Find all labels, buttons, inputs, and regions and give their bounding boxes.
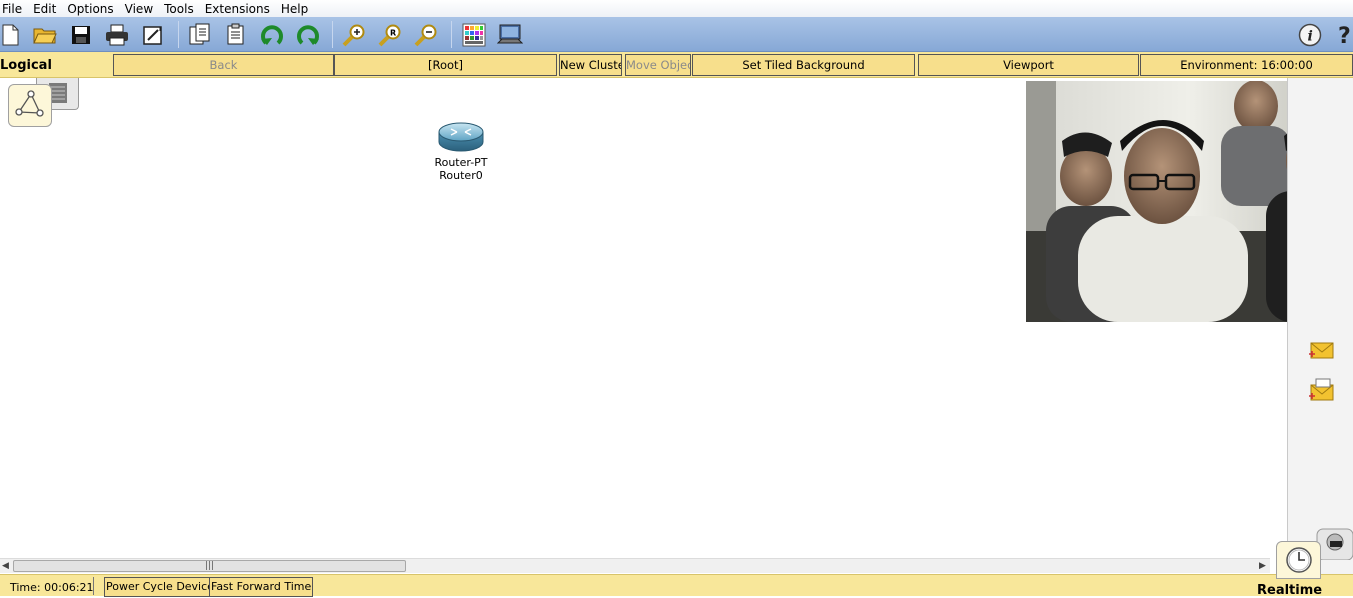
router-model-label: Router-PT [434, 156, 488, 169]
save-icon[interactable] [67, 21, 95, 49]
scroll-thumb[interactable]: ||| [13, 560, 406, 572]
router-device[interactable]: Router-PT Router0 [428, 120, 494, 182]
new-file-icon[interactable] [0, 21, 24, 49]
viewport-button[interactable]: Viewport [918, 54, 1139, 76]
move-object-button[interactable]: Move Object [625, 54, 691, 76]
new-cluster-button[interactable]: New Cluster [559, 54, 622, 76]
back-button[interactable]: Back [113, 54, 334, 76]
elapsed-time: Time: 00:06:21 [10, 581, 94, 594]
zoom-in-icon[interactable] [340, 21, 368, 49]
redo-icon[interactable] [294, 21, 322, 49]
svg-text:R: R [390, 29, 396, 38]
add-simple-pdu-icon[interactable] [1308, 340, 1338, 366]
menu-bar: File Edit Options View Tools Extensions … [0, 0, 1353, 17]
root-button[interactable]: [Root] [334, 54, 557, 76]
device-template-icon[interactable] [496, 21, 524, 49]
scroll-right-icon[interactable]: ▶ [1257, 560, 1268, 572]
menu-view[interactable]: View [122, 1, 161, 17]
print-icon[interactable] [103, 21, 131, 49]
menu-file[interactable]: File [0, 1, 30, 17]
workspace-label: Logical [0, 58, 52, 73]
simulation-tab[interactable] [1316, 528, 1353, 561]
palette-icon[interactable] [460, 21, 488, 49]
svg-text:?: ? [1338, 24, 1351, 47]
add-complex-pdu-icon[interactable] [1308, 378, 1338, 404]
scroll-left-icon[interactable]: ◀ [0, 560, 11, 572]
help-icon[interactable]: ? [1331, 21, 1353, 49]
menu-tools[interactable]: Tools [161, 1, 202, 17]
horizontal-scrollbar[interactable]: ◀ ||| ▶ [0, 558, 1270, 573]
environment-button[interactable]: Environment: 16:00:00 [1140, 54, 1353, 76]
paste-icon[interactable] [222, 21, 250, 49]
svg-text:i: i [1308, 29, 1313, 45]
menu-help[interactable]: Help [278, 1, 316, 17]
menu-edit[interactable]: Edit [30, 1, 64, 17]
power-cycle-devices-button[interactable]: Power Cycle Devices [104, 577, 222, 597]
undo-icon[interactable] [258, 21, 286, 49]
zoom-reset-icon[interactable]: R [376, 21, 404, 49]
menu-extensions[interactable]: Extensions [202, 1, 278, 17]
zoom-out-icon[interactable] [412, 21, 440, 49]
clock-icon [1286, 547, 1312, 573]
status-bar: Time: 00:06:21 Power Cycle Devices Fast … [0, 574, 1353, 597]
logical-tab[interactable] [8, 84, 52, 127]
toolbar-separator [451, 21, 452, 48]
info-icon[interactable]: i [1296, 21, 1324, 49]
toolbar-separator [332, 21, 333, 48]
main-toolbar: R i ? [0, 17, 1353, 52]
copy-icon[interactable] [186, 21, 214, 49]
menu-options[interactable]: Options [64, 1, 121, 17]
toolbar-separator [178, 21, 179, 48]
open-folder-icon[interactable] [31, 21, 59, 49]
set-tiled-background-button[interactable]: Set Tiled Background [692, 54, 915, 76]
realtime-tab[interactable] [1276, 541, 1321, 579]
router-icon [438, 122, 484, 152]
router-name-label[interactable]: Router0 [428, 169, 494, 182]
right-tool-panel [1287, 78, 1353, 574]
list-icon [49, 83, 67, 103]
activity-wizard-icon[interactable] [139, 21, 167, 49]
fast-forward-time-button[interactable]: Fast Forward Time [209, 577, 314, 597]
topology-icon [15, 90, 44, 117]
status-separator [93, 577, 94, 595]
logical-workspace-bar: Logical Back [Root] New Cluster Move Obj… [0, 52, 1353, 78]
